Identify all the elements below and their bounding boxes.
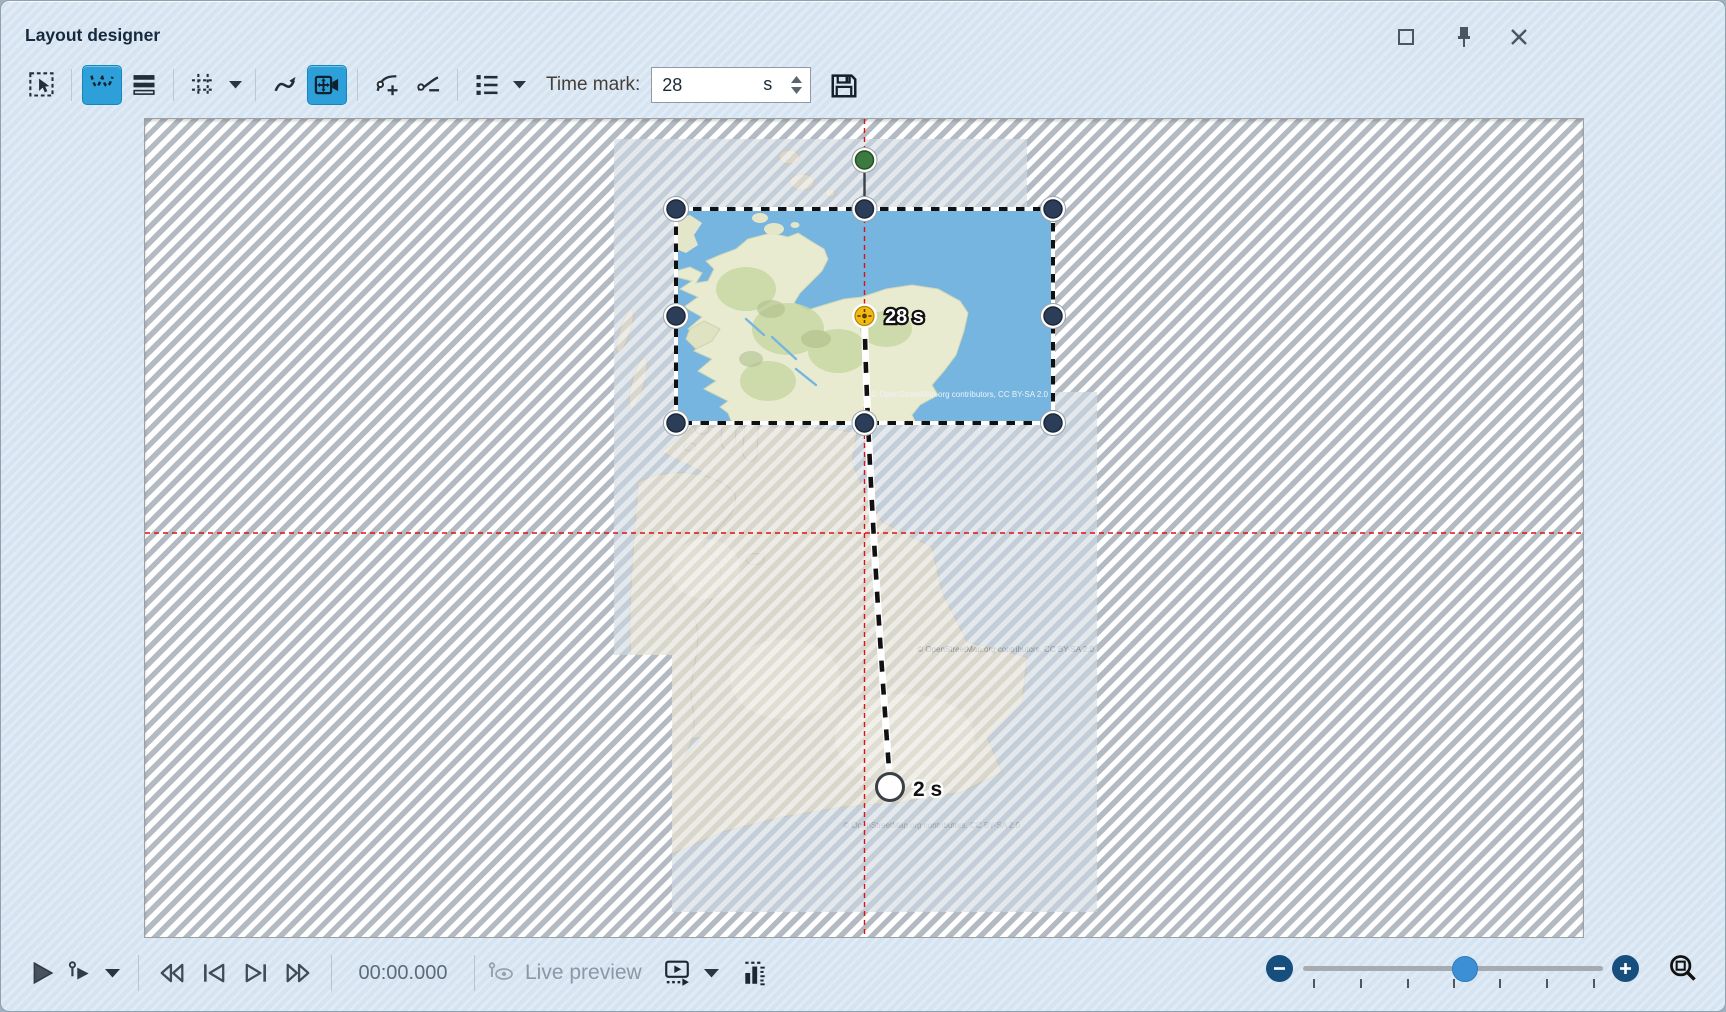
chevron-down-icon — [791, 87, 802, 94]
layout-canvas[interactable]: © OpenStreetMap.org contributors, CC BY-… — [144, 118, 1584, 938]
live-preview-toggle[interactable]: Live preview — [487, 961, 642, 985]
time-mark-unit: s — [763, 74, 772, 95]
map-element-extent-lower — [672, 392, 1097, 912]
time-mark-input[interactable] — [660, 69, 754, 101]
spinner-up-button[interactable] — [791, 76, 802, 83]
remove-keyframe-button[interactable] — [409, 66, 447, 104]
zoom-slider-ticks — [1303, 979, 1603, 991]
chevron-down-icon — [513, 81, 526, 89]
dashed-curves-icon — [88, 71, 116, 99]
playback-separator — [138, 955, 139, 991]
time-mark-label: Time mark: — [546, 74, 640, 96]
play-from-marker-icon — [67, 960, 93, 986]
keyframe-list-dropdown[interactable] — [509, 66, 529, 104]
close-button[interactable] — [1506, 25, 1532, 49]
stacked-rows-icon — [130, 71, 158, 99]
preview-window-icon — [662, 959, 692, 987]
chevron-down-icon — [704, 969, 719, 978]
time-mark-spinner — [786, 70, 806, 100]
live-preview-label: Live preview — [525, 961, 642, 985]
previous-frame-button[interactable] — [193, 953, 235, 993]
toolbar-separator — [255, 69, 256, 101]
canvas-zoom-control — [1266, 945, 1706, 1001]
add-keyframe-button[interactable] — [368, 66, 406, 104]
floppy-disk-icon — [829, 70, 859, 100]
preview-options-dropdown[interactable] — [698, 953, 725, 993]
plus-icon — [1619, 962, 1632, 975]
toolbar-separator — [71, 69, 72, 101]
rewind-button[interactable] — [151, 953, 193, 993]
next-frame-icon — [241, 960, 271, 986]
zoom-in-button[interactable] — [1612, 955, 1639, 982]
gauge-panel-button[interactable] — [735, 953, 775, 993]
keyframe-list-button[interactable] — [468, 66, 506, 104]
spline-curve-icon — [271, 71, 299, 99]
selected-map-element[interactable]: © OpenStreetMap.org contributors, CC BY-… — [676, 209, 1053, 423]
play-button[interactable] — [23, 953, 61, 993]
time-mark-field: s — [651, 67, 811, 103]
titlebar: Layout designer — [1, 1, 1725, 59]
play-options-dropdown[interactable] — [99, 953, 126, 993]
layers-tool-button[interactable] — [125, 66, 163, 104]
map-attribution: © OpenStreetMap.org contributors, CC BY-… — [871, 390, 1048, 399]
grid-options-dropdown[interactable] — [225, 66, 245, 104]
play-from-marker-button[interactable] — [61, 953, 99, 993]
path-tool-button[interactable] — [266, 66, 304, 104]
spinner-down-button[interactable] — [791, 87, 802, 94]
next-frame-button[interactable] — [235, 953, 277, 993]
maximize-icon — [1397, 28, 1415, 46]
scotland-map: © OpenStreetMap.org contributors, CC BY-… — [676, 209, 1053, 423]
curve-minus-icon — [414, 71, 442, 99]
preview-window-button[interactable] — [656, 953, 698, 993]
curve-edit-tool-button[interactable] — [82, 65, 122, 105]
chevron-down-icon — [105, 969, 120, 978]
fast-forward-button[interactable] — [277, 953, 319, 993]
toolbar-separator — [357, 69, 358, 101]
grid-tool-button[interactable] — [184, 66, 222, 104]
list-icon — [473, 71, 501, 99]
chevron-down-icon — [229, 81, 242, 89]
grid-icon — [189, 71, 217, 99]
toolbar-separator — [457, 69, 458, 101]
zoom-out-button[interactable] — [1266, 955, 1293, 982]
select-tool-button[interactable] — [23, 66, 61, 104]
main-toolbar: Time mark: s — [15, 61, 1711, 109]
fast-forward-icon — [283, 960, 313, 986]
previous-frame-icon — [199, 960, 229, 986]
bar-gauge-icon — [741, 959, 769, 987]
layout-designer-window: Layout designer — [0, 0, 1726, 1012]
pin-eye-icon — [487, 961, 515, 985]
maximize-button[interactable] — [1393, 25, 1419, 49]
pin-button[interactable] — [1451, 25, 1477, 49]
toolbar-separator — [173, 69, 174, 101]
pin-icon — [1455, 26, 1473, 48]
window-title: Layout designer — [25, 25, 160, 46]
playback-separator — [331, 955, 332, 991]
playback-time: 00:00.000 — [344, 962, 462, 985]
save-button[interactable] — [826, 66, 862, 104]
curve-plus-icon — [373, 71, 401, 99]
camera-pan-tool-button[interactable] — [307, 65, 347, 105]
close-icon — [1510, 28, 1528, 46]
chevron-up-icon — [791, 76, 802, 83]
play-icon — [29, 960, 55, 986]
zoom-to-fit-button[interactable] — [1666, 951, 1700, 985]
magnifier-fit-icon — [1668, 953, 1698, 983]
selection-arrow-icon — [28, 71, 56, 99]
minus-icon — [1273, 962, 1286, 975]
rewind-icon — [157, 960, 187, 986]
playback-separator — [474, 955, 475, 991]
camera-pan-icon — [313, 71, 341, 99]
